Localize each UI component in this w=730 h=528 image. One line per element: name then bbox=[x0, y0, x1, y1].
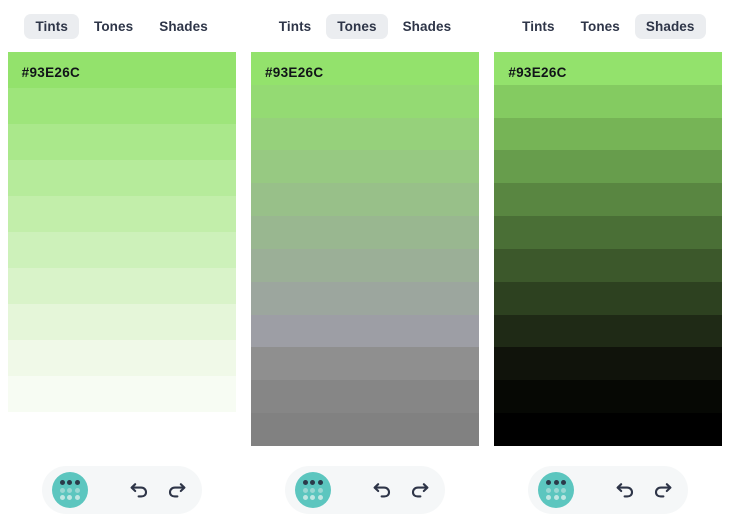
swatch[interactable] bbox=[250, 281, 479, 315]
swatch[interactable] bbox=[250, 150, 479, 184]
palette-column-tints: Tints Tones Shades #93E26C bbox=[0, 0, 243, 528]
swatch[interactable] bbox=[494, 183, 723, 217]
hex-label: #93E26C bbox=[21, 65, 81, 80]
swatch[interactable] bbox=[250, 84, 479, 118]
swatch[interactable] bbox=[7, 232, 236, 268]
toolbar-wrap-tints bbox=[0, 452, 243, 528]
swatch[interactable] bbox=[250, 216, 479, 249]
panel-wrap-tones: #93E26C bbox=[243, 52, 486, 452]
panel-wrap-tints: #93E26C bbox=[0, 52, 243, 452]
swatch[interactable] bbox=[7, 88, 236, 124]
tab-tints[interactable]: Tints bbox=[268, 14, 323, 39]
color-palette-app: Tints Tones Shades #93E26C Tints Tones Shades #… bbox=[0, 0, 730, 528]
swatch[interactable] bbox=[494, 216, 723, 249]
tab-shades[interactable]: Shades bbox=[634, 13, 706, 39]
bottom-toolbar-tints bbox=[41, 466, 202, 514]
swatch-panel-tones: #93E26C bbox=[250, 52, 479, 446]
swatch[interactable] bbox=[494, 117, 723, 151]
undo-icon[interactable] bbox=[610, 475, 640, 505]
swatch[interactable] bbox=[494, 413, 723, 446]
swatch[interactable]: #93E26C bbox=[7, 52, 236, 88]
swatch-panel-tints: #93E26C bbox=[7, 52, 236, 412]
swatch[interactable] bbox=[494, 314, 723, 348]
dot-grid-icon bbox=[302, 480, 323, 500]
toolbar-wrap-tones bbox=[243, 452, 486, 528]
swatch[interactable] bbox=[7, 160, 236, 196]
swatch[interactable] bbox=[494, 150, 723, 184]
redo-icon[interactable] bbox=[648, 475, 678, 505]
swatch[interactable] bbox=[7, 268, 236, 304]
hex-label: #93E26C bbox=[508, 65, 567, 80]
hex-label: #93E26C bbox=[264, 65, 324, 80]
swatch[interactable] bbox=[250, 380, 479, 414]
panel-wrap-shades: #93E26C bbox=[487, 52, 730, 452]
tab-tints[interactable]: Tints bbox=[511, 14, 566, 39]
swatch-panel-shades: #93E26C bbox=[494, 52, 723, 446]
redo-icon[interactable] bbox=[405, 475, 435, 505]
swatch[interactable] bbox=[250, 314, 479, 348]
swatch[interactable] bbox=[250, 248, 479, 282]
bottom-toolbar-tones bbox=[284, 466, 445, 514]
tab-shades[interactable]: Shades bbox=[148, 14, 219, 39]
swatch[interactable] bbox=[494, 347, 723, 381]
undo-icon[interactable] bbox=[124, 475, 154, 505]
swatch[interactable] bbox=[250, 347, 479, 381]
palette-column-shades: Tints Tones Shades #93E26C bbox=[487, 0, 730, 528]
swatch[interactable] bbox=[7, 124, 236, 160]
swatch[interactable] bbox=[7, 196, 236, 232]
tab-tones[interactable]: Tones bbox=[326, 13, 388, 39]
palette-generate-button[interactable] bbox=[538, 472, 575, 508]
swatch[interactable] bbox=[250, 183, 479, 217]
tab-tints[interactable]: Tints bbox=[24, 13, 79, 39]
swatch[interactable] bbox=[494, 84, 723, 118]
swatch[interactable] bbox=[494, 248, 723, 282]
swatch[interactable] bbox=[250, 413, 479, 446]
dot-grid-icon bbox=[59, 480, 80, 500]
swatch[interactable] bbox=[7, 340, 236, 376]
tabbar-shades: Tints Tones Shades bbox=[511, 0, 706, 52]
tab-tones[interactable]: Tones bbox=[570, 14, 631, 39]
undo-icon[interactable] bbox=[367, 475, 397, 505]
tab-shades[interactable]: Shades bbox=[392, 14, 463, 39]
tabbar-tints: Tints Tones Shades bbox=[24, 0, 218, 52]
tabbar-tones: Tints Tones Shades bbox=[268, 0, 462, 52]
swatch[interactable] bbox=[494, 281, 723, 315]
swatch[interactable] bbox=[7, 304, 236, 340]
toolbar-wrap-shades bbox=[487, 452, 730, 528]
palette-column-tones: Tints Tones Shades #93E26C bbox=[243, 0, 486, 528]
palette-generate-button[interactable] bbox=[294, 472, 331, 508]
tab-tones[interactable]: Tones bbox=[83, 14, 144, 39]
swatch[interactable]: #93E26C bbox=[494, 52, 723, 85]
swatch[interactable]: #93E26C bbox=[250, 52, 479, 85]
swatch[interactable] bbox=[7, 376, 236, 412]
palette-generate-button[interactable] bbox=[51, 472, 88, 508]
swatch[interactable] bbox=[250, 117, 479, 151]
dot-grid-icon bbox=[546, 480, 567, 500]
bottom-toolbar-shades bbox=[528, 466, 689, 514]
redo-icon[interactable] bbox=[162, 475, 192, 505]
swatch[interactable] bbox=[494, 380, 723, 414]
